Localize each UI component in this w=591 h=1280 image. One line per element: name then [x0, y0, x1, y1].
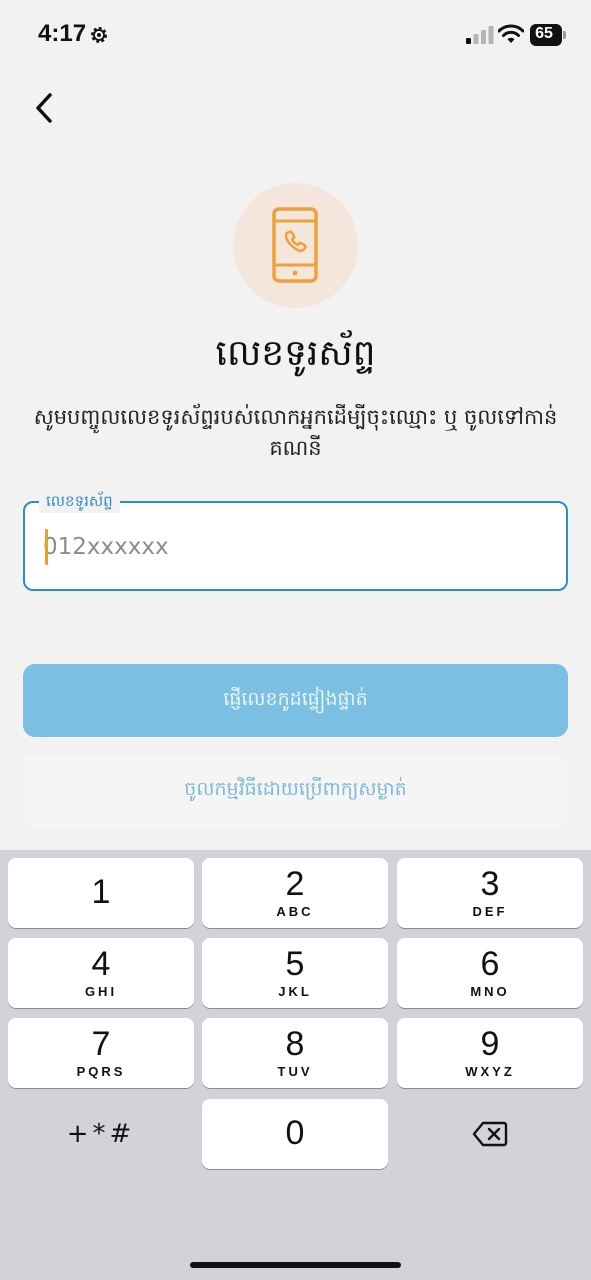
send-verification-code-button[interactable]: ផ្ញើលេខកូដផ្ទៀងផ្ទាត់: [23, 664, 568, 737]
status-bar: 4:17 65: [0, 0, 591, 70]
key-2[interactable]: 2 ABC: [202, 858, 388, 928]
key-letters: WXYZ: [465, 1064, 515, 1079]
wifi-icon: [498, 24, 524, 43]
key-digit: 9: [480, 1025, 500, 1063]
key-letters: DEF: [472, 904, 508, 919]
key-digit: 7: [91, 1025, 111, 1063]
numeric-keypad: 1 2 ABC 3 DEF 4 GHI 5 JKL 6 MNO 7 PQRS 8…: [0, 850, 591, 1280]
key-letters: TUV: [277, 1064, 313, 1079]
back-button[interactable]: [24, 86, 64, 130]
phone-number-input[interactable]: [43, 525, 543, 569]
backspace-icon: [472, 1121, 508, 1147]
battery-icon: 65: [530, 24, 566, 46]
phone-number-field[interactable]: លេខទូរស័ព្ទ: [23, 489, 568, 591]
battery-level: 65: [535, 25, 553, 42]
key-digit: 6: [480, 945, 500, 983]
phone-call-icon: [272, 207, 318, 283]
key-3[interactable]: 3 DEF: [397, 858, 583, 928]
key-letters: JKL: [278, 984, 312, 999]
page-subtitle: សូមបញ្ចូលលេខទូរស័ព្ទរបស់លោកអ្នកដើម្បីចុះ…: [33, 405, 558, 460]
key-4[interactable]: 4 GHI: [8, 938, 194, 1008]
delete-key[interactable]: [397, 1099, 583, 1169]
key-5[interactable]: 5 JKL: [202, 938, 388, 1008]
phone-number-label: លេខទូរស័ព្ទ: [39, 489, 120, 513]
home-indicator: [190, 1262, 401, 1268]
key-0[interactable]: 0: [202, 1099, 388, 1169]
key-digit: 5: [285, 945, 305, 983]
symbols-key[interactable]: +*#: [8, 1099, 194, 1169]
text-caret: [45, 529, 48, 565]
key-digit: 0: [285, 1114, 305, 1152]
key-1[interactable]: 1: [8, 858, 194, 928]
login-with-password-button[interactable]: ចូលកម្មវិធីដោយប្រើពាក្យសម្ងាត់: [23, 754, 568, 827]
key-digit: 1: [91, 873, 111, 911]
chevron-left-icon: [36, 93, 52, 123]
key-6[interactable]: 6 MNO: [397, 938, 583, 1008]
key-digit: 8: [285, 1025, 305, 1063]
signal-icon: [466, 26, 494, 44]
key-letters: PQRS: [76, 1064, 126, 1079]
key-digit: 3: [480, 865, 500, 903]
key-digit: 4: [91, 945, 111, 983]
key-8[interactable]: 8 TUV: [202, 1018, 388, 1088]
key-letters: MNO: [470, 984, 510, 999]
status-time: 4:17: [38, 20, 87, 47]
key-7[interactable]: 7 PQRS: [8, 1018, 194, 1088]
key-digit: 2: [285, 865, 305, 903]
key-9[interactable]: 9 WXYZ: [397, 1018, 583, 1088]
key-letters: ABC: [276, 904, 314, 919]
gear-icon: [91, 27, 107, 43]
page-title: លេខទូរស័ព្ទ: [215, 333, 376, 374]
key-letters: GHI: [84, 984, 118, 999]
phone-icon-circle: [233, 183, 358, 308]
